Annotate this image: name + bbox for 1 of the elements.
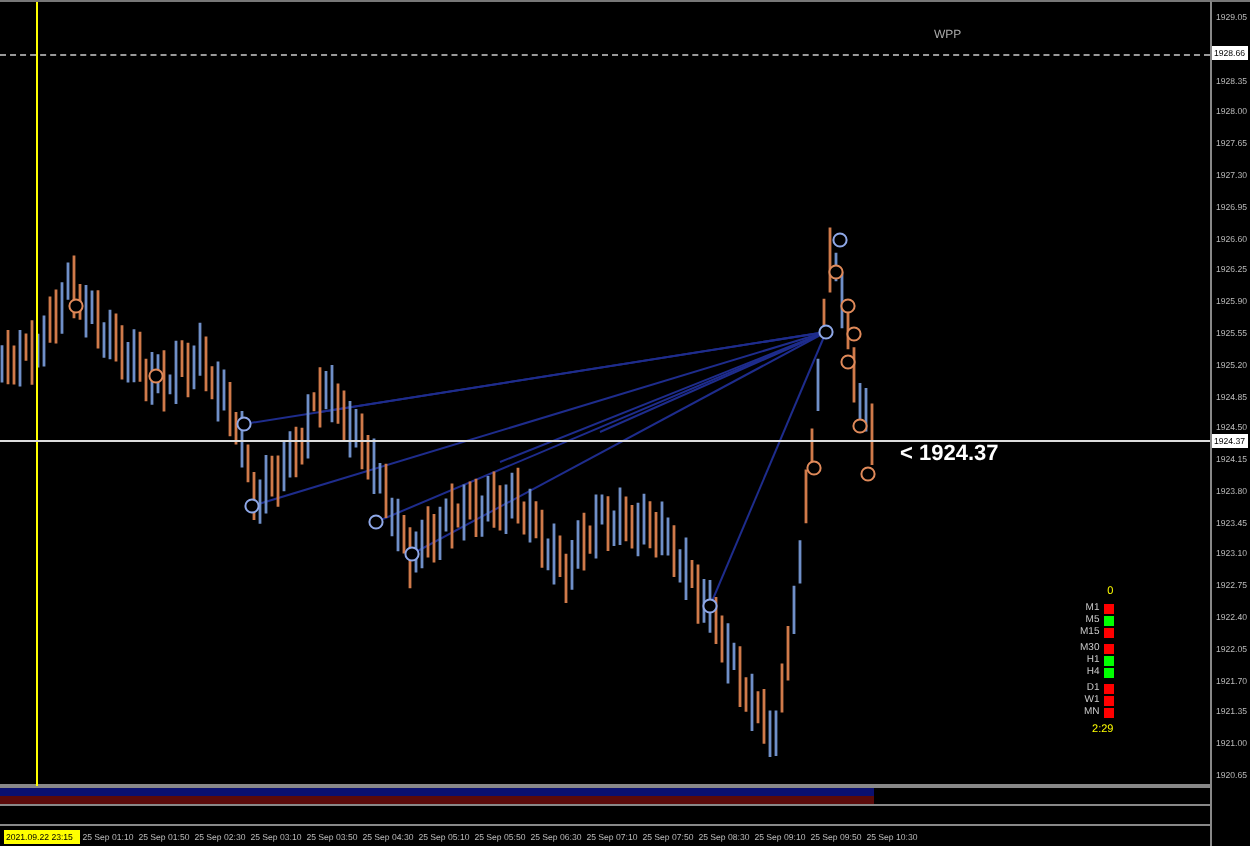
price-callout-label: < 1924.37 <box>900 442 999 467</box>
